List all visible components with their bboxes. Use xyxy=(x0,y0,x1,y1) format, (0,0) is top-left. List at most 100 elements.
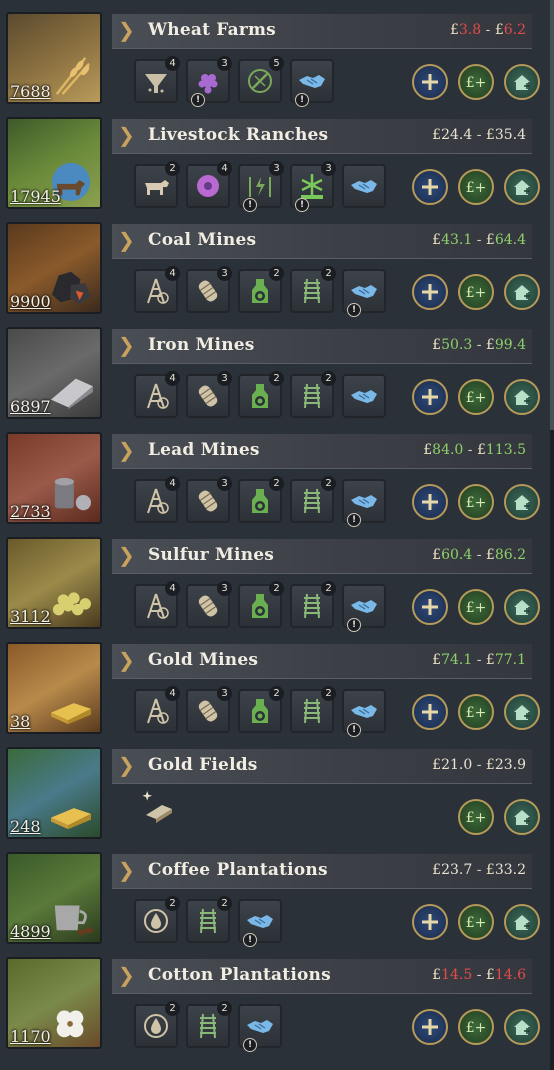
building-header[interactable]: ❯ Coal Mines £43.1 - £64.4 xyxy=(112,224,532,259)
chevron-right-icon[interactable]: ❯ xyxy=(118,19,135,41)
production-method-button[interactable]: 3 xyxy=(186,686,232,733)
production-method-button[interactable]: 3 xyxy=(186,581,232,628)
production-method-button[interactable]: ! xyxy=(342,689,386,737)
subsidize-button[interactable]: £+ xyxy=(458,274,494,310)
production-method-button[interactable]: 2 xyxy=(238,581,284,628)
build-button[interactable] xyxy=(412,1009,448,1045)
subsidize-button[interactable]: £+ xyxy=(458,169,494,205)
build-button[interactable] xyxy=(412,589,448,625)
expand-ownership-button[interactable] xyxy=(504,484,540,520)
chevron-right-icon[interactable]: ❯ xyxy=(118,124,135,146)
build-button[interactable] xyxy=(412,274,448,310)
building-thumbnail[interactable]: 38 xyxy=(6,642,102,734)
subsidize-button[interactable]: £+ xyxy=(458,379,494,415)
production-method-button[interactable]: 4 xyxy=(134,371,180,418)
production-method-button[interactable]: 2 xyxy=(238,686,284,733)
building-thumbnail[interactable]: 7688 xyxy=(6,12,102,104)
building-header[interactable]: ❯ Lead Mines £84.0 - £113.5 xyxy=(112,434,532,469)
building-thumbnail[interactable]: 1170 xyxy=(6,957,102,1049)
build-button[interactable] xyxy=(412,379,448,415)
production-method-button[interactable]: 3! xyxy=(290,161,336,212)
production-method-button[interactable]: 2 xyxy=(134,896,180,943)
building-header[interactable]: ❯ Coffee Plantations £23.7 - £33.2 xyxy=(112,854,532,889)
production-method-button[interactable]: ! xyxy=(342,479,386,527)
building-thumbnail[interactable]: 3112 xyxy=(6,537,102,629)
subsidize-button[interactable]: £+ xyxy=(458,694,494,730)
chevron-right-icon[interactable]: ❯ xyxy=(118,439,135,461)
build-button[interactable] xyxy=(412,169,448,205)
production-method-button[interactable]: 2 xyxy=(134,161,180,208)
production-method-button[interactable]: 2 xyxy=(238,371,284,418)
production-method-button[interactable]: 4 xyxy=(134,686,180,733)
build-button[interactable] xyxy=(412,694,448,730)
chevron-right-icon[interactable]: ❯ xyxy=(118,754,135,776)
production-method-button[interactable]: ! xyxy=(238,1004,282,1052)
production-method-button[interactable]: 4 xyxy=(134,266,180,313)
expand-ownership-button[interactable] xyxy=(504,799,540,835)
expand-ownership-button[interactable] xyxy=(504,904,540,940)
chevron-right-icon[interactable]: ❯ xyxy=(118,334,135,356)
build-button[interactable] xyxy=(412,904,448,940)
building-thumbnail[interactable]: 6897 xyxy=(6,327,102,419)
production-method-button[interactable]: 5 xyxy=(238,56,284,103)
building-header[interactable]: ❯ Iron Mines £50.3 - £99.4 xyxy=(112,329,532,364)
chevron-right-icon[interactable]: ❯ xyxy=(118,964,135,986)
building-thumbnail[interactable]: 4899 xyxy=(6,852,102,944)
chevron-right-icon[interactable]: ❯ xyxy=(118,544,135,566)
expand-ownership-button[interactable] xyxy=(504,1009,540,1045)
expand-ownership-button[interactable] xyxy=(504,379,540,415)
production-method-button[interactable]: 2 xyxy=(290,686,336,733)
production-method-button[interactable]: 2 xyxy=(186,1001,232,1048)
production-method-button[interactable]: 3 xyxy=(186,371,232,418)
production-method-button[interactable]: 3! xyxy=(186,56,232,107)
production-method-button[interactable]: 2 xyxy=(134,1001,180,1048)
expand-ownership-button[interactable] xyxy=(504,64,540,100)
chevron-right-icon[interactable]: ❯ xyxy=(118,229,135,251)
scrollbar-track[interactable] xyxy=(550,0,554,1070)
building-thumbnail[interactable]: 17945 xyxy=(6,117,102,209)
production-method-button[interactable]: 2 xyxy=(290,371,336,418)
building-header[interactable]: ❯ Sulfur Mines £60.4 - £86.2 xyxy=(112,539,532,574)
build-button[interactable] xyxy=(412,64,448,100)
expand-ownership-button[interactable] xyxy=(504,589,540,625)
scrollbar-thumb[interactable] xyxy=(550,0,554,430)
building-header[interactable]: ❯ Gold Fields £21.0 - £23.9 xyxy=(112,749,532,784)
subsidize-button[interactable]: £+ xyxy=(458,484,494,520)
production-method-button[interactable]: 2 xyxy=(290,581,336,628)
production-method-button[interactable]: 4 xyxy=(134,476,180,523)
building-header[interactable]: ❯ Livestock Ranches £24.4 - £35.4 xyxy=(112,119,532,154)
subsidize-button[interactable]: £+ xyxy=(458,64,494,100)
chevron-right-icon[interactable]: ❯ xyxy=(118,859,135,881)
building-thumbnail[interactable]: 248 xyxy=(6,747,102,839)
expand-ownership-button[interactable] xyxy=(504,694,540,730)
production-method-button[interactable]: 2 xyxy=(238,476,284,523)
production-method-button[interactable]: 2 xyxy=(186,896,232,943)
production-method-button[interactable]: ! xyxy=(342,584,386,632)
production-method-button[interactable]: 2 xyxy=(290,476,336,523)
production-method-button[interactable]: 3 xyxy=(186,266,232,313)
building-thumbnail[interactable]: 9900 xyxy=(6,222,102,314)
build-button[interactable] xyxy=(412,484,448,520)
production-method-button[interactable] xyxy=(342,164,386,208)
production-method-button[interactable]: 4 xyxy=(134,581,180,628)
production-method-button[interactable]: ! xyxy=(342,269,386,317)
building-header[interactable]: ❯ Gold Mines £74.1 - £77.1 xyxy=(112,644,532,679)
building-thumbnail[interactable]: 2733 xyxy=(6,432,102,524)
production-method-button[interactable] xyxy=(342,374,386,418)
production-method-button[interactable]: 4 xyxy=(186,161,232,208)
production-method-button[interactable]: 2 xyxy=(290,266,336,313)
subsidize-button[interactable]: £+ xyxy=(458,799,494,835)
expand-ownership-button[interactable] xyxy=(504,169,540,205)
subsidize-button[interactable]: £+ xyxy=(458,589,494,625)
production-method-button[interactable]: 3! xyxy=(238,161,284,212)
production-method-button[interactable]: ! xyxy=(290,59,334,107)
subsidize-button[interactable]: £+ xyxy=(458,1009,494,1045)
chevron-right-icon[interactable]: ❯ xyxy=(118,649,135,671)
building-header[interactable]: ❯ Cotton Plantations £14.5 - £14.6 xyxy=(112,959,532,994)
production-method-button[interactable]: 2 xyxy=(238,266,284,313)
production-method-button[interactable]: 4 xyxy=(134,56,180,103)
expand-ownership-button[interactable] xyxy=(504,274,540,310)
subsidize-button[interactable]: £+ xyxy=(458,904,494,940)
building-header[interactable]: ❯ Wheat Farms £3.8 - £6.2 xyxy=(112,14,532,49)
production-method-button[interactable]: 3 xyxy=(186,476,232,523)
